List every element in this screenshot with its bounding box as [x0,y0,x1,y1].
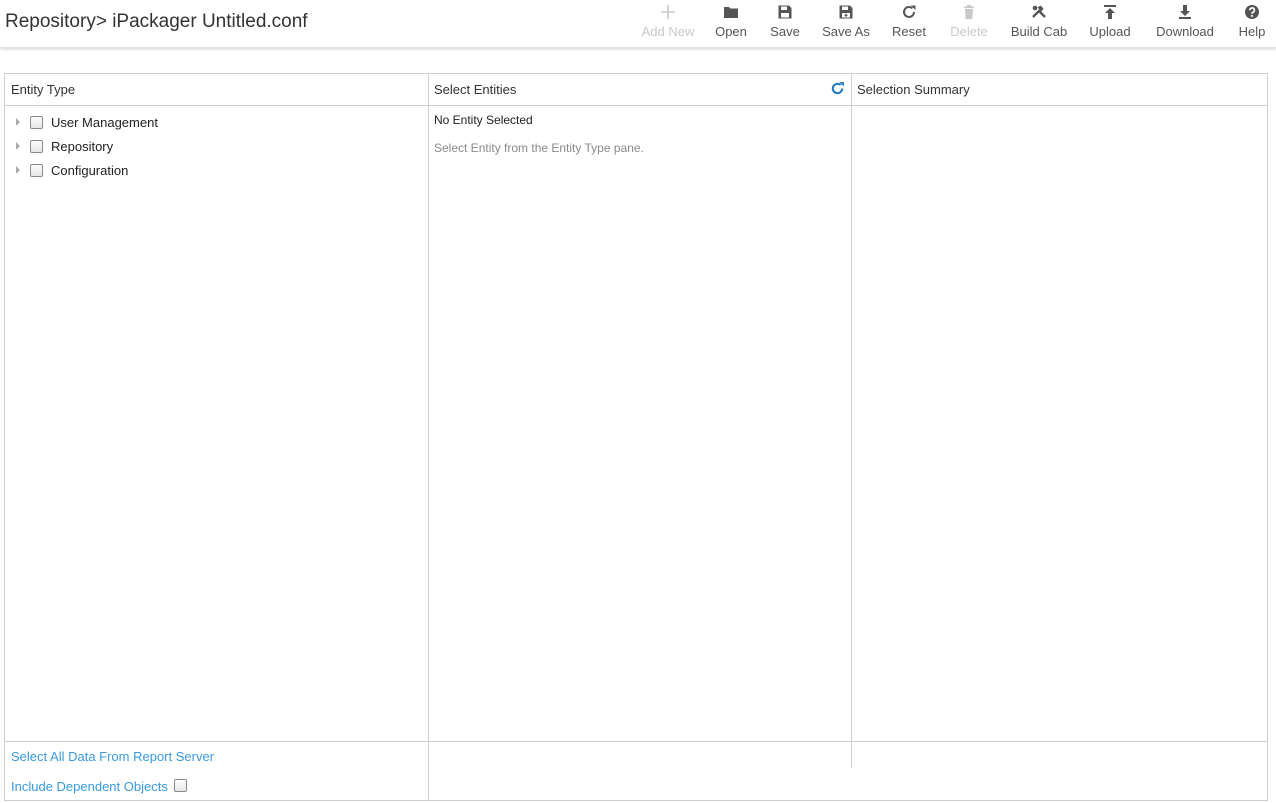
folder-icon [724,7,738,18]
tree-item-repository[interactable]: Repository [11,136,113,156]
help-label: Help [1238,24,1266,39]
select-entities-header: Select Entities [434,82,517,97]
refresh-entities-icon[interactable] [830,81,845,96]
tree-item-configuration[interactable]: Configuration [11,160,128,180]
no-entity-selected-text: No Entity Selected [434,113,533,127]
floppy-icon [778,5,792,19]
save-label: Save [770,24,800,39]
open-label: Open [715,24,747,39]
delete-label: Delete [950,24,988,39]
trash-icon [964,5,974,19]
footer-divider [5,741,1267,742]
tree-item-user-management[interactable]: User Management [11,112,158,132]
question-circle-icon [1245,5,1259,19]
save-button[interactable]: Save [770,4,800,44]
reset-button[interactable]: Reset [891,4,927,44]
reset-label: Reset [892,24,926,39]
delete-button[interactable]: Delete [949,4,989,44]
add-new-label: Add New [641,24,695,39]
download-label: Download [1156,24,1214,39]
page-title: Repository> iPackager Untitled.conf [5,11,308,32]
download-icon [1179,5,1191,19]
header-divider [5,105,1267,106]
select-all-data-link[interactable]: Select All Data From Report Server [11,749,214,764]
floppy-plus-icon [839,5,853,19]
hammer-wrench-icon [1032,5,1046,18]
add-new-button[interactable]: Add New [642,4,694,44]
build-cab-label: Build Cab [1010,24,1068,39]
refresh-icon [903,5,916,18]
tree-item-label: User Management [51,114,158,130]
column-divider-2 [851,74,852,768]
include-dependent-checkbox[interactable] [174,779,187,792]
upload-label: Upload [1089,24,1131,39]
caret-right-icon[interactable] [11,115,25,129]
app-header: Repository> iPackager Untitled.conf Add … [0,0,1276,48]
upload-icon [1104,5,1116,19]
ipackager-panel: Entity Type Select Entities Selection Su… [4,73,1268,801]
build-cab-button[interactable]: Build Cab [1010,4,1068,44]
entity-type-header: Entity Type [11,82,76,97]
download-button[interactable]: Download [1154,4,1216,44]
tree-item-label: Configuration [51,162,129,178]
open-button[interactable]: Open [713,4,749,44]
tree-checkbox[interactable] [30,163,43,177]
save-as-label: Save As [822,24,870,39]
save-as-button[interactable]: Save As [820,4,872,44]
tree-item-label: Repository [51,138,114,154]
select-entity-hint: Select Entity from the Entity Type pane. [434,141,644,155]
caret-right-icon[interactable] [11,139,25,153]
tree-checkbox[interactable] [30,115,43,129]
tree-checkbox[interactable] [30,139,43,153]
caret-right-icon[interactable] [11,163,25,177]
selection-summary-header: Selection Summary [857,82,970,97]
help-button[interactable]: Help [1237,4,1267,44]
upload-button[interactable]: Upload [1087,4,1133,44]
plus-icon [661,5,675,19]
include-dependent-objects-label[interactable]: Include Dependent Objects [11,779,168,794]
column-divider-1 [428,74,429,801]
